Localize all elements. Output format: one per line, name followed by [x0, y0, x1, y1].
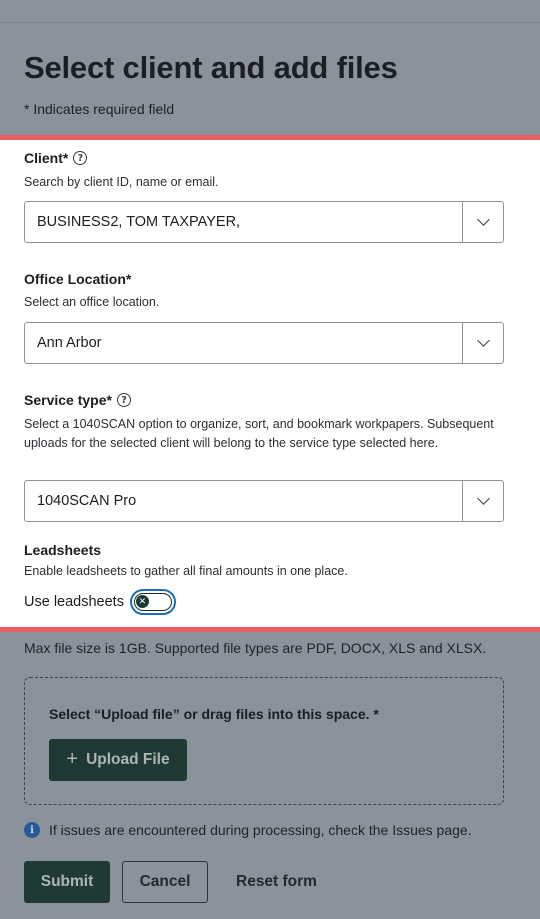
page-header: Select client and add files * Indicates …	[0, 0, 540, 135]
client-select[interactable]: BUSINESS2, TOM TAXPAYER,	[24, 201, 504, 243]
client-label: Client* ?	[24, 150, 88, 166]
x-icon: ✕	[135, 595, 149, 608]
leadsheets-toggle-label: Use leadsheets	[24, 594, 124, 610]
dropzone-title: Select “Upload file” or drag files into …	[49, 706, 379, 722]
office-location-label-text: Office Location*	[24, 271, 132, 287]
question-circle-icon[interactable]: ?	[73, 151, 88, 165]
client-select-value[interactable]: BUSINESS2, TOM TAXPAYER,	[25, 214, 462, 230]
chevron-down-icon	[476, 213, 490, 226]
required-field-note: * Indicates required field	[24, 101, 175, 117]
service-type-select-value[interactable]: 1040SCAN Pro	[25, 493, 462, 509]
upload-file-button-label: Upload File	[86, 751, 170, 768]
highlight-border-bottom	[0, 627, 540, 632]
service-type-select[interactable]: 1040SCAN Pro	[24, 480, 504, 522]
question-circle-icon[interactable]: ?	[116, 393, 131, 407]
chevron-down-icon	[476, 492, 490, 505]
reset-form-button[interactable]: Reset form	[236, 873, 317, 891]
office-location-select-value[interactable]: Ann Arbor	[25, 335, 462, 351]
office-location-help-text: Select an office location.	[24, 295, 160, 309]
leadsheets-help-text: Enable leadsheets to gather all final am…	[24, 564, 348, 578]
service-type-dropdown-button[interactable]	[462, 481, 503, 521]
office-location-dropdown-button[interactable]	[462, 323, 503, 363]
leadsheets-toggle[interactable]: ✕	[129, 589, 176, 615]
service-type-help-text: Select a 1040SCAN option to organize, so…	[24, 417, 494, 450]
file-size-note: Max file size is 1GB. Supported file typ…	[24, 640, 487, 656]
leadsheets-toggle-row: Use leadsheets ✕	[24, 589, 176, 615]
file-dropzone[interactable]: Select “Upload file” or drag files into …	[24, 677, 504, 805]
service-type-label: Service type* ?	[24, 392, 131, 408]
cancel-button[interactable]: Cancel	[122, 861, 208, 903]
toggle-track[interactable]: ✕	[133, 593, 172, 611]
issues-info: i If issues are encountered during proce…	[24, 822, 472, 838]
leadsheets-heading: Leadsheets	[24, 542, 102, 558]
client-label-text: Client*	[24, 150, 69, 166]
submit-button[interactable]: Submit	[24, 861, 110, 903]
upload-file-button[interactable]: + Upload File	[49, 739, 187, 781]
page-title: Select client and add files	[24, 50, 398, 85]
service-type-label-text: Service type*	[24, 392, 112, 408]
plus-icon: +	[66, 748, 79, 770]
chevron-down-icon	[476, 334, 490, 347]
client-details-panel: Client* ? Search by client ID, name or e…	[0, 140, 540, 627]
office-location-label: Office Location*	[24, 271, 131, 287]
info-icon: i	[24, 822, 40, 838]
client-help-text: Search by client ID, name or email.	[24, 175, 219, 189]
form-actions: Submit Cancel Reset form	[24, 861, 317, 903]
client-dropdown-button[interactable]	[462, 202, 503, 242]
issues-info-text: If issues are encountered during process…	[49, 822, 472, 838]
office-location-select[interactable]: Ann Arbor	[24, 322, 504, 364]
